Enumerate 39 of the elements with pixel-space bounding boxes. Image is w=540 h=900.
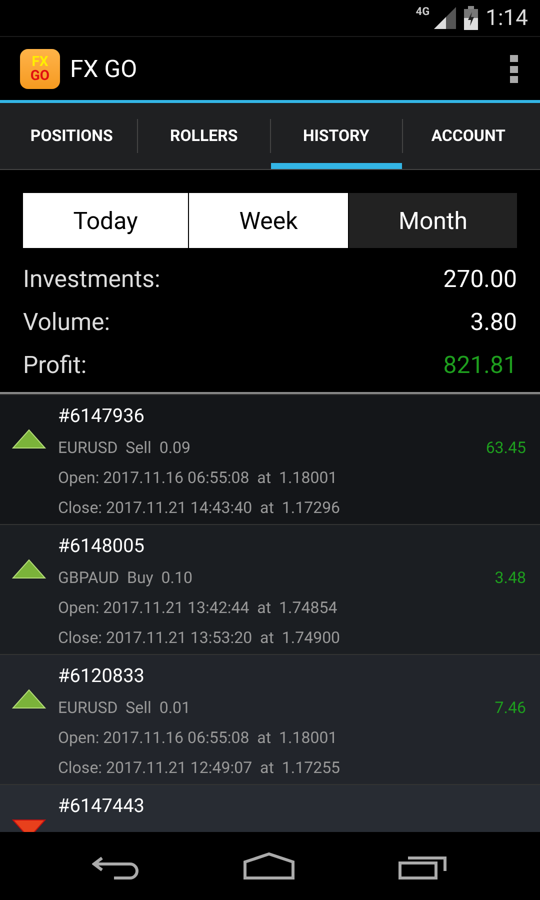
trade-ticket: #6120833 [58,665,146,687]
summary-value: 821.81 [443,350,517,380]
trade-profit: 7.46 [494,697,526,719]
summary-label: Investments: [23,264,160,294]
trade-profit: 3.48 [494,567,526,589]
status-time: 1:14 [486,4,528,32]
period-button[interactable]: Month [349,193,517,248]
app-title: FX GO [70,54,138,84]
trade-details: EURUSD Sell 0.09 [58,437,191,459]
signal-icon [434,7,456,29]
battery-icon [464,6,478,30]
up-triangle-icon [12,428,46,450]
open-info: Open: 2017.11.16 06:55:08 at 1.18001 [58,727,338,749]
trade-ticket: #6147936 [58,405,146,427]
summary-value: 270.00 [443,264,517,294]
trade-ticket: #6148005 [58,535,146,557]
tab[interactable]: POSITIONS [6,103,138,169]
close-info: Close: 2017.11.21 14:43:40 at 1.17296 [58,497,342,519]
trade-ticket: #6147443 [58,795,146,817]
open-info: Open: 2017.11.21 13:42:44 at 1.74854 [58,597,338,619]
close-info: Close: 2017.11.21 12:49:07 at 1.17255 [58,757,342,779]
tab[interactable]: ACCOUNT [402,103,534,169]
overflow-menu-icon[interactable] [510,54,518,82]
trade-profit: 63.45 [486,437,526,459]
period-button[interactable]: Today [23,193,188,248]
trade-details: EURUSD Sell 0.01 [58,697,191,719]
open-info: Open: 2017.11.16 06:55:08 at 1.18001 [58,467,338,489]
summary-label: Profit: [23,350,87,380]
tab[interactable]: ROLLERS [138,103,270,169]
home-icon[interactable] [242,852,295,880]
up-triangle-icon [12,558,46,580]
up-triangle-icon [12,688,46,710]
network-label: 4G [416,6,430,17]
trade-details: GBPAUD Buy 0.10 [58,567,192,589]
summary-label: Volume: [23,306,110,338]
close-info: Close: 2017.11.21 13:53:20 at 1.74900 [58,627,342,649]
summary-value: 3.80 [470,306,517,338]
period-button[interactable]: Week [189,193,348,248]
app-logo: FX GO [20,48,60,88]
